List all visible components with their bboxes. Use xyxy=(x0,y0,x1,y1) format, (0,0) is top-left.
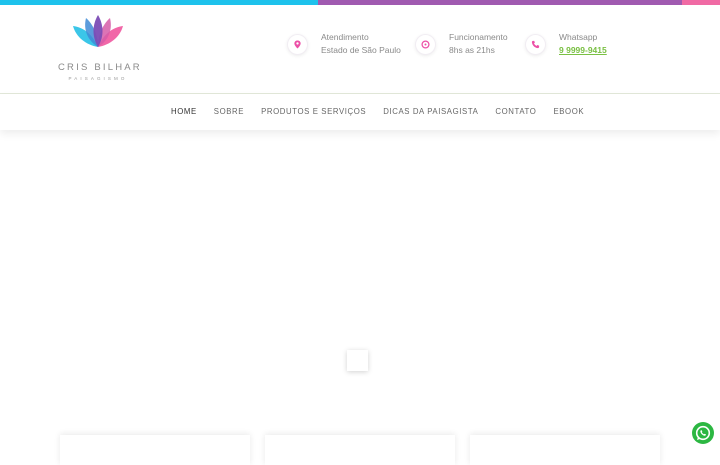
info-title: Atendimento xyxy=(321,32,369,42)
nav-item-produtos-e-servicos[interactable]: PRODUTOS E SERVIÇOS xyxy=(261,94,366,130)
main-navigation: HOME SOBRE PRODUTOS E SERVIÇOS DICAS DA … xyxy=(0,94,720,130)
content-card[interactable] xyxy=(60,435,250,465)
nav-item-ebook[interactable]: EBOOK xyxy=(553,94,584,130)
info-title: Whatsapp xyxy=(559,32,598,42)
nav-item-sobre[interactable]: SOBRE xyxy=(214,94,244,130)
whatsapp-icon xyxy=(695,425,711,441)
logo-tagline: PAISAGISMO xyxy=(68,76,128,81)
site-logo[interactable]: CRIS BILHAR PAISAGISMO xyxy=(58,13,140,83)
clock-icon xyxy=(421,40,430,49)
lotus-icon xyxy=(73,15,123,47)
info-circle xyxy=(288,35,307,54)
phone-icon xyxy=(531,40,540,49)
nav-item-home[interactable]: HOME xyxy=(171,94,197,130)
content-card[interactable] xyxy=(470,435,660,465)
whatsapp-float-button[interactable] xyxy=(692,422,714,444)
loading-indicator xyxy=(347,350,368,371)
content-card[interactable] xyxy=(265,435,455,465)
logo-name: CRIS BILHAR xyxy=(58,62,142,73)
map-pin-icon xyxy=(294,40,301,49)
nav-item-contato[interactable]: CONTATO xyxy=(495,94,536,130)
info-title: Funcionamento xyxy=(449,32,508,42)
whatsapp-phone-link[interactable]: 9 9999-9415 xyxy=(559,45,607,55)
info-circle xyxy=(416,35,435,54)
nav-item-dicas-da-paisagista[interactable]: DICAS DA PAISAGISTA xyxy=(383,94,478,130)
info-detail: 8hs as 21hs xyxy=(449,45,495,55)
site-header: CRIS BILHAR PAISAGISMO Atendimento Estad… xyxy=(0,5,720,94)
info-detail: Estado de São Paulo xyxy=(321,45,401,55)
info-circle xyxy=(526,35,545,54)
